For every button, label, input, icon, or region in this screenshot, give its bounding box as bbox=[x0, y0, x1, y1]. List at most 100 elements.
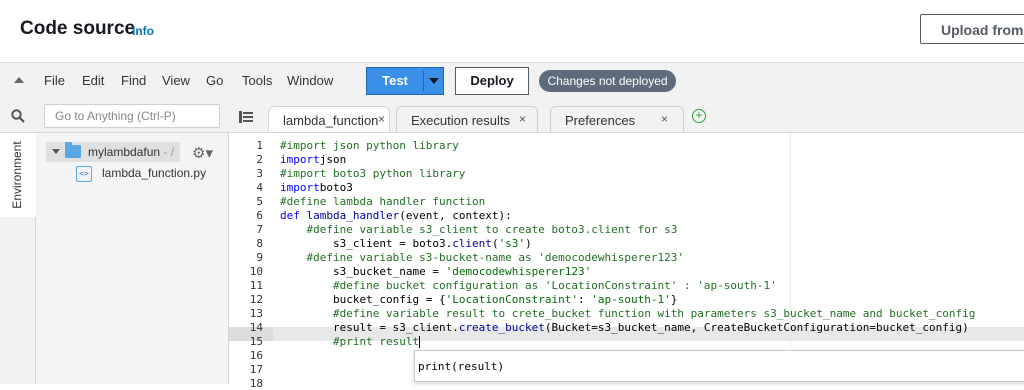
tree-root-folder[interactable]: mylambdafun - / bbox=[46, 142, 180, 162]
code-token: s3_client = boto3. bbox=[280, 237, 453, 250]
menu-tools[interactable]: Tools bbox=[242, 73, 272, 88]
line-number: 15 bbox=[249, 335, 263, 348]
code-line: #import boto3 python library bbox=[280, 167, 465, 180]
code-token: lambda_handler bbox=[306, 209, 400, 222]
line-number: 3 bbox=[256, 167, 263, 180]
gear-icon[interactable]: ⚙▾ bbox=[192, 144, 213, 162]
code-token: result = s3_client. bbox=[280, 321, 459, 334]
collapse-menu-icon[interactable] bbox=[14, 77, 24, 83]
menu-view[interactable]: View bbox=[162, 73, 190, 88]
code-token: def bbox=[280, 209, 300, 222]
caret-down-icon[interactable] bbox=[52, 149, 60, 154]
environment-label: Environment bbox=[10, 141, 24, 209]
code-line: #import json python library bbox=[280, 139, 459, 152]
deploy-button[interactable]: Deploy bbox=[455, 67, 529, 95]
code-line: #define variable s3-bucket-name as 'demo… bbox=[280, 251, 685, 264]
code-line: #define bucket configuration as 'Locatio… bbox=[280, 279, 777, 292]
line-number: 17 bbox=[249, 363, 263, 376]
file-name: lambda_function.py bbox=[102, 166, 207, 180]
line-number: 10 bbox=[249, 265, 263, 278]
code-source-header: Code source Info Upload from bbox=[0, 0, 1024, 62]
tab-label: Execution results bbox=[411, 113, 510, 128]
code-line: importboto3 bbox=[280, 181, 353, 194]
menu-window[interactable]: Window bbox=[287, 73, 333, 88]
root-folder-label: mylambdafun bbox=[88, 145, 161, 159]
tab-list-icon[interactable] bbox=[239, 111, 253, 123]
line-number: 12 bbox=[249, 293, 263, 306]
code-token: 'democodewhisperer123' bbox=[445, 265, 592, 278]
code-token: #import json python library bbox=[280, 139, 459, 152]
line-number: 13 bbox=[249, 307, 263, 320]
text-cursor bbox=[419, 336, 421, 348]
autocomplete-suggestion[interactable]: print(result) bbox=[418, 360, 504, 373]
code-token: create_bucket bbox=[458, 321, 545, 334]
tab-preferences[interactable]: Preferences × bbox=[550, 106, 684, 132]
status-badge: Changes not deployed bbox=[539, 70, 676, 92]
code-token: 'ap-south-1' bbox=[591, 293, 671, 306]
search-icon[interactable] bbox=[11, 109, 25, 123]
code-token: #define variable s3-bucket-name as 'demo… bbox=[306, 251, 685, 264]
code-token: #define variable result to crete_bucket … bbox=[332, 307, 976, 320]
tab-label: Preferences bbox=[565, 113, 636, 128]
menu-find[interactable]: Find bbox=[121, 73, 146, 88]
line-number: 16 bbox=[249, 349, 263, 362]
code-token: ) bbox=[525, 237, 532, 250]
autocomplete-popup: print(result) bbox=[414, 350, 1024, 382]
tab-lambda-function[interactable]: lambda_function × bbox=[268, 106, 390, 132]
code-editor[interactable]: #import json python library importjson #im… bbox=[273, 133, 1024, 384]
close-tab-icon[interactable]: × bbox=[661, 112, 668, 126]
code-token: import bbox=[280, 153, 320, 166]
go-to-anything-input[interactable]: Go to Anything (Ctrl-P) bbox=[44, 104, 220, 128]
menu-edit[interactable]: Edit bbox=[82, 73, 104, 88]
folder-icon bbox=[65, 142, 81, 158]
close-tab-icon[interactable]: × bbox=[519, 112, 526, 126]
code-token: s3_bucket_name = bbox=[280, 265, 446, 278]
menu-file[interactable]: File bbox=[44, 73, 65, 88]
caret-down-icon[interactable] bbox=[429, 78, 439, 84]
info-link[interactable]: Info bbox=[132, 24, 154, 38]
code-line: s3_client = boto3.client('s3') bbox=[280, 237, 532, 250]
root-folder-path: - / bbox=[160, 145, 175, 159]
tab-execution-results[interactable]: Execution results × bbox=[396, 106, 538, 132]
code-token: import bbox=[280, 181, 320, 194]
line-number: 1 bbox=[256, 139, 263, 152]
tab-bar: Go to Anything (Ctrl-P) lambda_function … bbox=[0, 100, 1024, 133]
test-button-divider bbox=[423, 71, 424, 91]
root-folder-name: mylambdafun - / bbox=[88, 145, 174, 159]
line-number: 2 bbox=[256, 153, 263, 166]
code-token: client bbox=[452, 237, 492, 250]
code-token: } bbox=[670, 293, 678, 306]
line-number: 6 bbox=[256, 209, 263, 222]
tab-label: lambda_function bbox=[283, 113, 379, 128]
upload-from-button[interactable]: Upload from bbox=[920, 14, 1024, 44]
code-token: 'LocationConstraint' bbox=[445, 293, 579, 306]
line-number-gutter: 1 2 3 4 5 6 7 8 9 10 11 12 13 14 15 16 1… bbox=[229, 133, 273, 390]
code-line: bucket_config = {'LocationConstraint': '… bbox=[280, 293, 677, 306]
line-number: 5 bbox=[256, 195, 263, 208]
ide-menubar: File Edit Find View Go Tools Window Test… bbox=[0, 62, 1024, 101]
environment-tab[interactable]: Environment bbox=[0, 133, 36, 217]
code-line: importjson bbox=[280, 153, 346, 166]
line-number: 7 bbox=[256, 223, 263, 236]
test-button[interactable]: Test bbox=[367, 68, 423, 94]
code-line: #print result bbox=[280, 335, 421, 348]
python-file-icon: <> bbox=[76, 166, 92, 182]
code-token: #define variable s3_client to create bot… bbox=[306, 223, 678, 236]
line-number: 11 bbox=[249, 279, 263, 292]
close-tab-icon[interactable]: × bbox=[378, 112, 385, 126]
code-token: ( bbox=[491, 237, 499, 250]
code-line: #define variable s3_client to create bot… bbox=[280, 223, 678, 236]
code-line: def lambda_handler(event, context): bbox=[280, 209, 512, 222]
menu-go[interactable]: Go bbox=[206, 73, 223, 88]
code-line: #define variable result to crete_bucket … bbox=[280, 307, 975, 320]
code-token: #define bucket configuration as 'Locatio… bbox=[332, 279, 777, 292]
code-token: #import boto3 python library bbox=[280, 167, 466, 180]
code-line: #define lambda handler function bbox=[280, 195, 485, 208]
line-number: 8 bbox=[256, 237, 263, 250]
add-tab-icon[interactable]: + bbox=[692, 109, 706, 123]
